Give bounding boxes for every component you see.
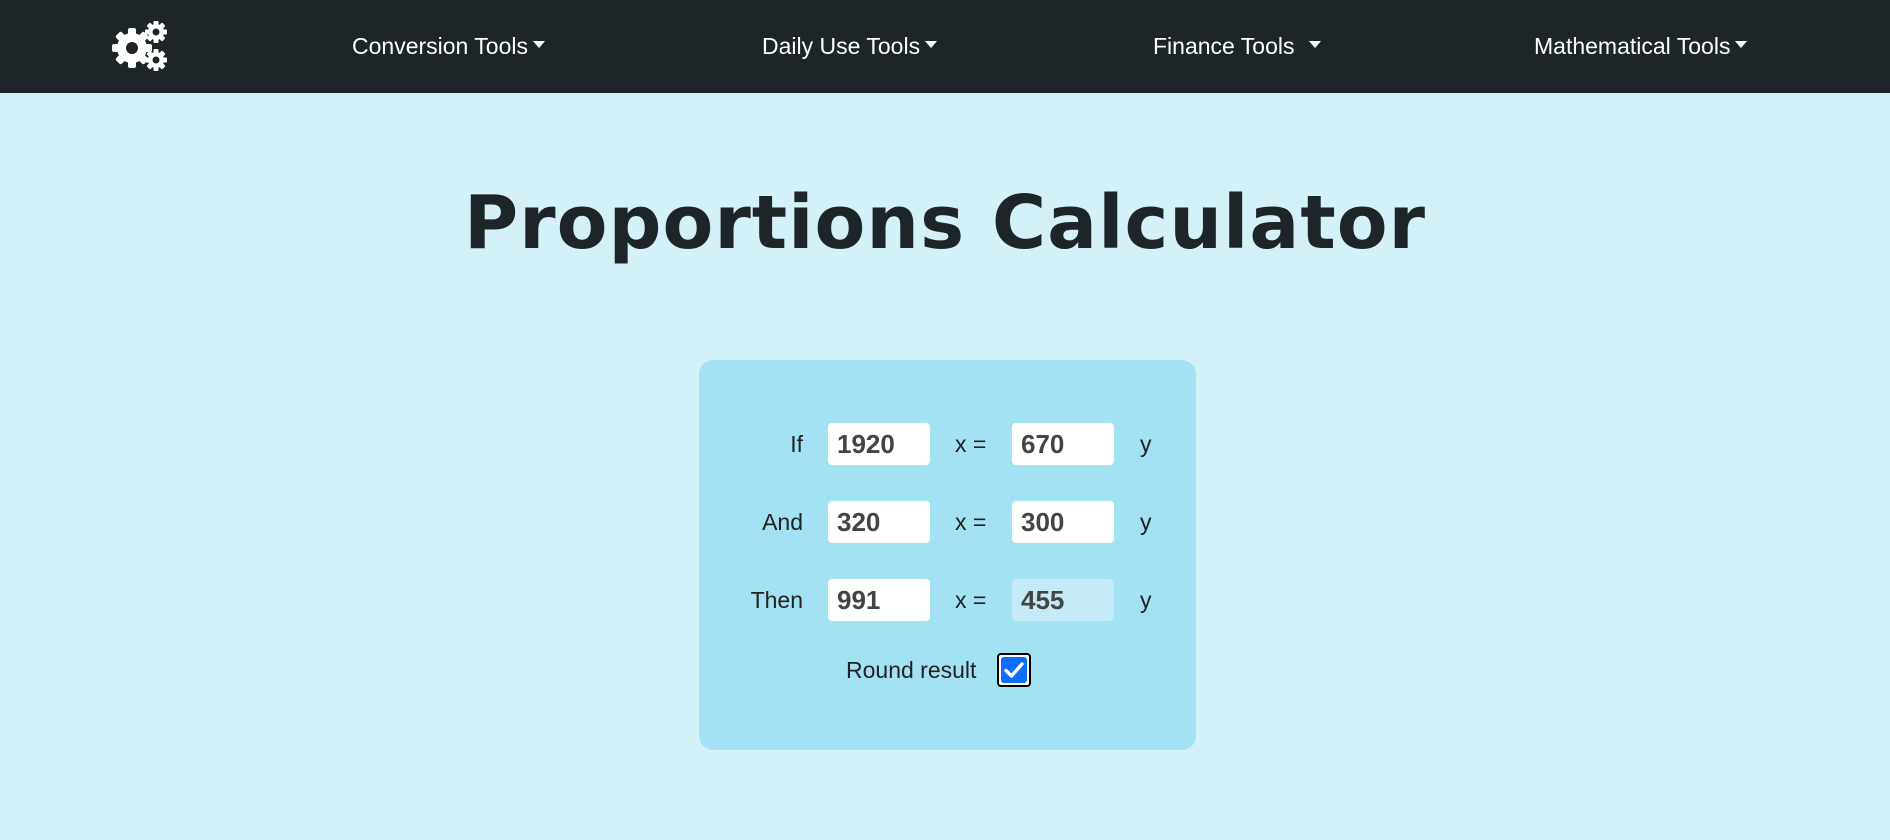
y-unit-label: y [1140,587,1152,613]
then-x-input[interactable] [828,579,930,621]
nav-mathematical-tools[interactable]: Mathematical Tools [1534,0,1748,93]
row-label-then: Then [750,587,803,613]
round-result-checkbox[interactable] [997,653,1031,687]
calculator-panel: If x = y And x = y Then x = y Round resu… [699,360,1196,750]
row-label-if: If [790,431,803,457]
nav-mathematical-tools-label: Mathematical Tools [1534,33,1731,59]
caret-down-icon [1308,41,1321,49]
y-unit-label: y [1140,509,1152,535]
and-y-input[interactable] [1012,501,1114,543]
gears-icon[interactable] [112,20,168,72]
caret-down-icon [925,41,938,49]
result-y-output [1012,579,1114,621]
page-title: Proportions Calculator [463,180,1427,266]
nav-daily-use-tools-label: Daily Use Tools [762,33,921,59]
nav-conversion-tools[interactable]: Conversion Tools [352,0,546,93]
x-equals-label: x = [955,587,987,613]
x-equals-label: x = [955,509,987,535]
checkbox-fill [1001,657,1027,683]
nav-finance-tools-label: Finance Tools [1153,33,1295,59]
x-equals-label: x = [955,431,987,457]
y-unit-label: y [1140,431,1152,457]
caret-down-icon [533,41,546,49]
nav-daily-use-tools[interactable]: Daily Use Tools [762,0,938,93]
caret-down-icon [1735,41,1748,49]
row-label-and: And [762,509,803,535]
round-result-label: Round result [846,657,977,683]
if-y-input[interactable] [1012,423,1114,465]
top-navbar: Conversion Tools Daily Use Tools Finance… [0,0,1890,93]
if-x-input[interactable] [828,423,930,465]
nav-finance-tools[interactable]: Finance Tools [1153,0,1321,93]
nav-conversion-tools-label: Conversion Tools [352,33,529,59]
checkmark-icon [1004,662,1024,678]
and-x-input[interactable] [828,501,930,543]
